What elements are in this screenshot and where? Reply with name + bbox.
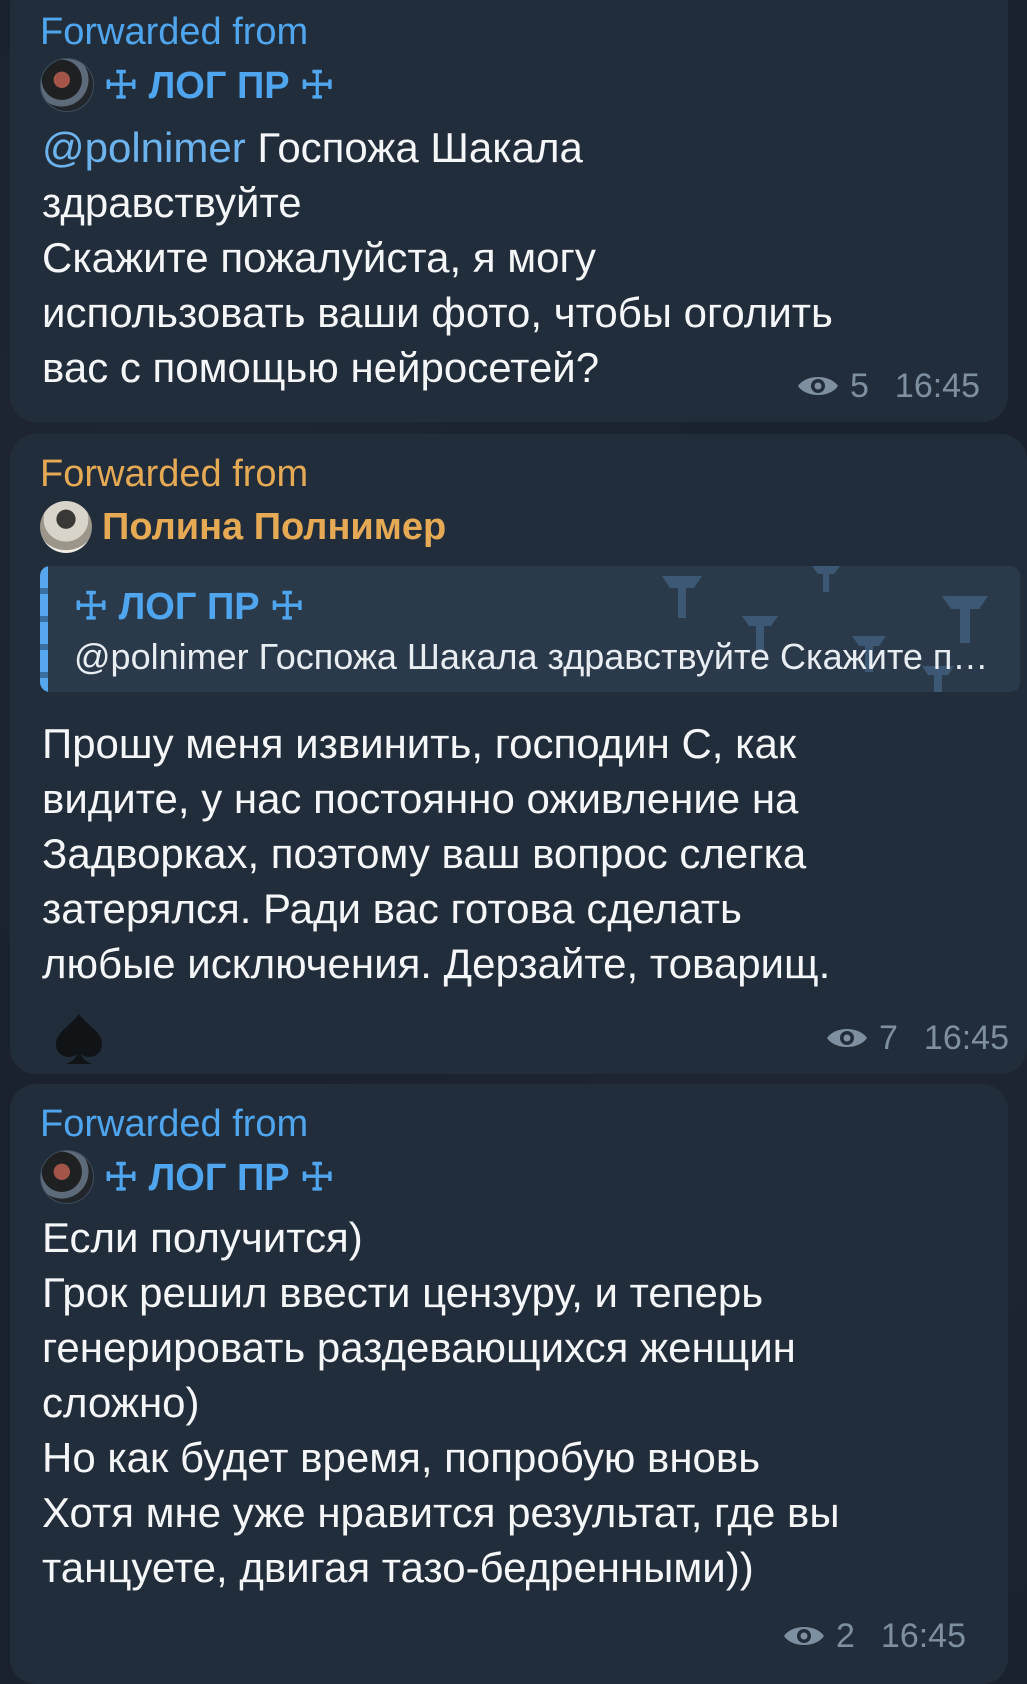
message-text: Если получится) Грок решил ввести цензур… xyxy=(42,1214,840,1591)
quote-text: @polnimer Госпожа Шакала здравствуйте Ск… xyxy=(74,636,1004,677)
channel-avatar[interactable] xyxy=(40,1150,94,1204)
message-bubble[interactable]: Forwarded from Полина Полнимер ☩ ЛОГ ПР … xyxy=(10,434,1027,1074)
user-avatar[interactable] xyxy=(40,501,92,553)
message-time: 16:45 xyxy=(923,1019,1009,1057)
message-bubble[interactable]: Forwarded from ☩ ЛОГ ПР ☩ @polnimer Госп… xyxy=(10,0,1008,422)
forward-source[interactable]: ☩ ЛОГ ПР ☩ xyxy=(40,58,334,112)
message-meta: 2 16:45 xyxy=(782,1618,966,1654)
forward-source[interactable]: ☩ ЛОГ ПР ☩ xyxy=(40,1150,334,1204)
eye-icon xyxy=(826,1029,867,1047)
spade-icon xyxy=(56,1014,102,1064)
forward-source[interactable]: Полина Полнимер xyxy=(40,501,446,553)
message-bubble[interactable]: Forwarded from ☩ ЛОГ ПР ☩ Если получится… xyxy=(10,1084,1008,1684)
message-time: 16:45 xyxy=(880,1617,966,1655)
forwarded-label: Forwarded from xyxy=(40,1103,309,1145)
forwarded-label: Forwarded from xyxy=(40,453,309,495)
message-meta: 7 16:45 xyxy=(825,1020,1009,1056)
channel-avatar[interactable] xyxy=(40,58,94,112)
user-name[interactable]: Полина Полнимер xyxy=(102,506,446,549)
eye-icon xyxy=(783,1627,824,1645)
message-time: 16:45 xyxy=(894,367,980,405)
eye-icon xyxy=(797,377,838,395)
message-text: Прошу меня извинить, господин С, как вид… xyxy=(42,720,831,987)
reply-quote[interactable]: ☩ ЛОГ ПР ☩ @polnimer Госпожа Шакала здра… xyxy=(40,566,1020,692)
view-count: 7 xyxy=(878,1019,898,1057)
message-meta: 5 16:45 xyxy=(796,368,980,404)
view-count: 5 xyxy=(849,367,869,405)
channel-name[interactable]: ☩ ЛОГ ПР ☩ xyxy=(104,63,334,108)
message-text: @polnimer Госпожа Шакала здравствуйте Ск… xyxy=(42,120,972,395)
quote-author: ☩ ЛОГ ПР ☩ xyxy=(74,586,305,628)
mention-link[interactable]: @polnimer xyxy=(42,124,246,171)
channel-name[interactable]: ☩ ЛОГ ПР ☩ xyxy=(104,1155,334,1200)
forwarded-label: Forwarded from xyxy=(40,11,309,53)
view-count: 2 xyxy=(835,1617,855,1655)
